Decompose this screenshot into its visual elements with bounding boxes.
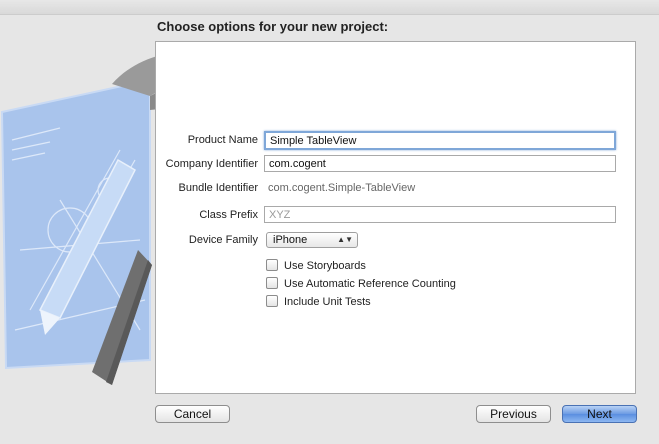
cancel-button[interactable]: Cancel [155,405,230,423]
use-storyboards-label: Use Storyboards [284,260,366,272]
class-prefix-label: Class Prefix [199,209,258,221]
previous-button[interactable]: Previous [476,405,551,423]
include-unit-tests-checkbox[interactable]: Include Unit Tests [266,295,371,309]
company-identifier-field[interactable] [264,155,616,172]
use-arc-label: Use Automatic Reference Counting [284,278,456,290]
class-prefix-field[interactable] [264,206,616,223]
updown-arrows-icon: ▲▼ [337,235,353,244]
bundle-identifier-value: com.cogent.Simple-TableView [268,182,416,194]
page-title: Choose options for your new project: [157,19,389,34]
device-family-label: Device Family [188,234,258,246]
device-family-popup[interactable]: iPhone ▲▼ [266,232,358,248]
use-storyboards-checkbox[interactable]: Use Storyboards [266,259,366,273]
checkbox-icon [266,277,278,289]
product-name-label: Product Name [187,134,258,146]
window-titlebar [0,0,659,15]
checkbox-icon [266,259,278,271]
include-unit-tests-label: Include Unit Tests [284,296,371,308]
next-button[interactable]: Next [562,405,637,423]
company-identifier-label: Company Identifier [165,158,258,170]
bundle-identifier-label: Bundle Identifier [178,182,259,194]
use-arc-checkbox[interactable]: Use Automatic Reference Counting [266,277,456,291]
device-family-value: iPhone [273,234,308,246]
product-name-field[interactable] [264,131,616,150]
checkbox-icon [266,295,278,307]
